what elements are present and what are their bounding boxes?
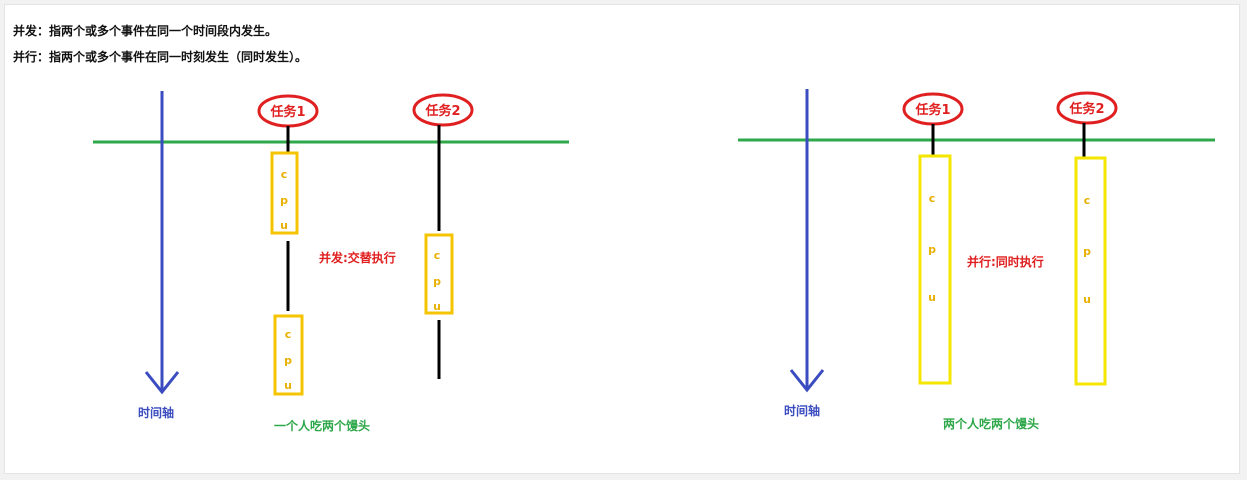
right-task1-cpu-u: u (928, 291, 936, 304)
left-task1-cpu-a-p: p (280, 194, 288, 207)
left-task1-label: 任务1 (269, 104, 305, 120)
right-mode-label: 并行:同时执行 (967, 254, 1044, 269)
right-task1-cpu-c: c (929, 192, 936, 205)
right-task2-cpu-u: u (1083, 293, 1091, 306)
left-task1-cpu-a-c: c (281, 168, 288, 181)
diagram-svg: 时间轴 任务1 c p u c p u 任务2 c p u 并发:交替执行 一个… (93, 89, 1215, 433)
left-task2-cpu-p: p (433, 275, 441, 288)
right-task1-label: 任务1 (914, 102, 950, 118)
left-task1-cpu-a-u: u (280, 219, 288, 232)
right-diagram: 时间轴 任务1 c p u 任务2 c p u 并行:同时执行 两个人吃两个馒头 (738, 89, 1215, 431)
left-task2-label: 任务2 (424, 103, 460, 119)
left-mode-label: 并发:交替执行 (319, 250, 396, 265)
right-axis-label: 时间轴 (784, 403, 820, 418)
left-diagram: 时间轴 任务1 c p u c p u 任务2 c p u 并发:交替执行 一个… (93, 91, 569, 433)
left-task2-cpu-u: u (433, 300, 441, 313)
left-caption: 一个人吃两个馒头 (274, 418, 370, 433)
left-task1-cpu-b-p: p (284, 354, 292, 367)
right-task2-cpu-p: p (1083, 245, 1091, 258)
left-axis-label: 时间轴 (138, 405, 174, 420)
right-task1-cpu-box (918, 154, 952, 385)
right-task1-cpu-p: p (928, 243, 936, 256)
left-task2-cpu-c: c (434, 249, 441, 262)
left-task1-cpu-b-c: c (285, 328, 292, 341)
right-task2-label: 任务2 (1068, 101, 1104, 117)
left-task1-cpu-b-u: u (284, 379, 292, 392)
right-task2-cpu-box (1074, 156, 1107, 386)
right-caption: 两个人吃两个馒头 (943, 416, 1039, 431)
diagram-canvas: 并发：指两个或多个事件在同一个时间段内发生。 并行：指两个或多个事件在同一时刻发… (4, 4, 1240, 474)
right-task2-cpu-c: c (1084, 194, 1091, 207)
